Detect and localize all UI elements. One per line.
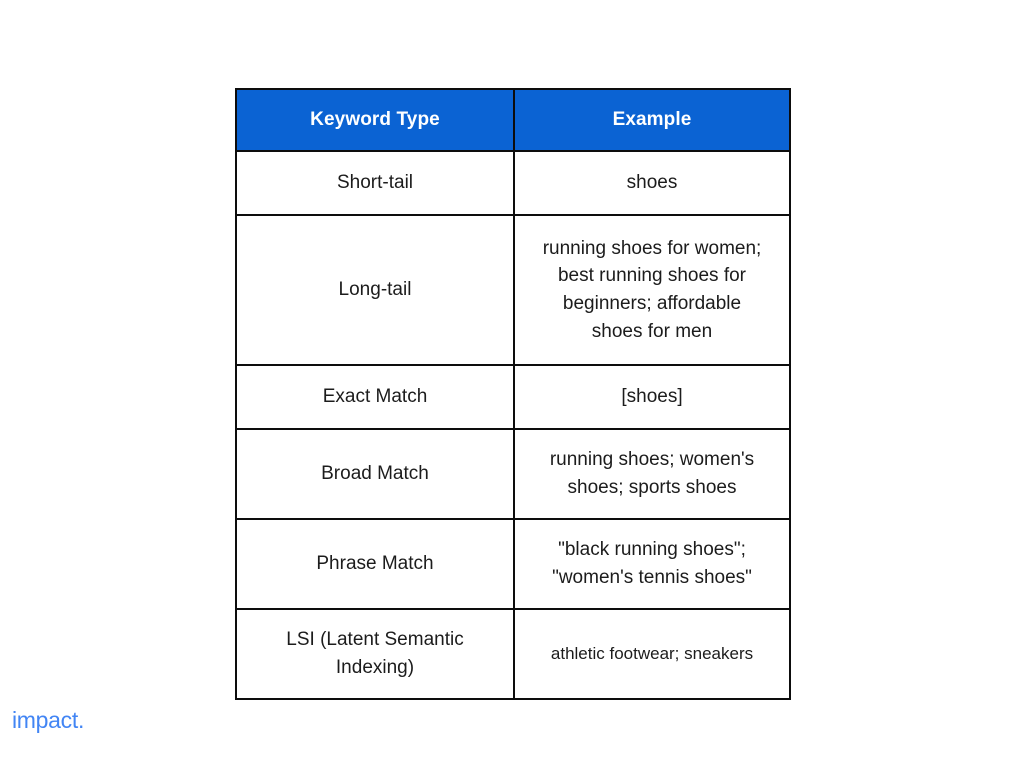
table-row: Short-tail shoes [235,150,791,216]
cell-text: running shoes; women's shoes; sports sho… [549,449,755,498]
cell-text: Broad Match [321,463,429,485]
table-header: Keyword Type Example [235,88,791,152]
cell-example: "black running shoes"; "women's tennis s… [513,518,791,610]
cell-text: Phrase Match [316,553,434,575]
keyword-type-table: Keyword Type Example Short-tail shoes Lo… [235,88,791,700]
cell-text: Long-tail [338,279,412,301]
cell-text: "black running shoes"; "women's tennis s… [552,539,752,588]
keyword-type-table-container: Keyword Type Example Short-tail shoes Lo… [235,88,791,700]
table-row: Broad Match running shoes; women's shoes… [235,428,791,520]
table-row: LSI (Latent Semantic Indexing) athletic … [235,608,791,700]
cell-example: running shoes for women; best running sh… [513,214,791,366]
cell-keyword-type: Exact Match [235,364,515,430]
impact-logo: impact. [12,707,85,733]
column-header-keyword-type: Keyword Type [235,88,515,152]
cell-text: Exact Match [322,386,428,408]
table-header-row: Keyword Type Example [235,88,791,152]
table-row: Phrase Match "black running shoes"; "wom… [235,518,791,610]
cell-keyword-type: LSI (Latent Semantic Indexing) [235,608,515,700]
cell-text: athletic footwear; sneakers [550,643,754,663]
table-row: Exact Match [shoes] [235,364,791,430]
column-header-example: Example [513,88,791,152]
cell-text: running shoes for women; best running sh… [542,237,762,342]
cell-example: athletic footwear; sneakers [513,608,791,700]
cell-text: LSI (Latent Semantic Indexing) [286,629,464,678]
table-row: Long-tail running shoes for women; best … [235,214,791,366]
slide-canvas: Keyword Type Example Short-tail shoes Lo… [0,0,1024,768]
cell-keyword-type: Broad Match [235,428,515,520]
cell-text: [shoes] [621,386,683,408]
cell-text: Short-tail [336,172,414,194]
cell-example: shoes [513,150,791,216]
cell-keyword-type: Phrase Match [235,518,515,610]
cell-keyword-type: Short-tail [235,150,515,216]
cell-keyword-type: Long-tail [235,214,515,366]
table-body: Short-tail shoes Long-tail running shoes… [235,150,791,700]
cell-example: [shoes] [513,364,791,430]
cell-example: running shoes; women's shoes; sports sho… [513,428,791,520]
cell-text: shoes [626,172,678,194]
